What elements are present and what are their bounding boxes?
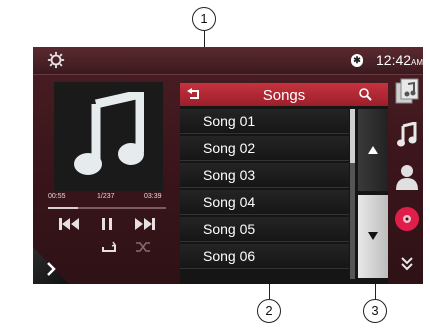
clock-ampm: AM: [411, 58, 423, 67]
album-art: [54, 82, 163, 191]
progress-bar[interactable]: [48, 207, 166, 209]
pause-button[interactable]: [97, 215, 117, 233]
list-header: Songs: [180, 83, 388, 106]
library-icon: [395, 78, 419, 104]
scrollbar[interactable]: [350, 109, 355, 279]
progress-info: 00:55 1/237 03:39: [48, 193, 166, 205]
callout-3: 3: [363, 299, 387, 323]
scroll-up-button[interactable]: [358, 109, 388, 191]
repeat-button[interactable]: [99, 239, 119, 255]
up-arrow-icon: [368, 146, 378, 154]
bluetooth-icon: ✱: [351, 54, 363, 67]
next-button[interactable]: [133, 215, 157, 233]
repeat-icon: [102, 241, 117, 252]
list-title: Songs: [262, 87, 306, 104]
song-row[interactable]: Song 06: [180, 244, 349, 269]
song-row[interactable]: Song 05: [180, 217, 349, 242]
next-icon: [135, 218, 155, 230]
elapsed-time: 00:55: [48, 193, 66, 200]
pause-icon: [102, 218, 112, 230]
clock-time: 12:42: [376, 52, 412, 68]
rail-more[interactable]: [391, 256, 423, 272]
total-time: 03:39: [144, 193, 162, 200]
music-note-icon: [74, 92, 144, 175]
rail-music[interactable]: [391, 122, 423, 148]
down-arrow-icon: [368, 232, 378, 240]
callout-2: 2: [257, 299, 281, 323]
shuffle-icon: [136, 242, 150, 252]
scrollbar-thumb[interactable]: [350, 109, 355, 163]
song-row[interactable]: Song 04: [180, 190, 349, 215]
rail-contacts[interactable]: [391, 164, 423, 190]
music-icon: [397, 122, 417, 147]
status-bar: ✱ 12:42AM: [33, 47, 423, 75]
prev-button[interactable]: [57, 215, 81, 233]
scroll-down-button[interactable]: [358, 195, 388, 278]
disc-icon: [395, 207, 419, 231]
callout-1: 1: [192, 7, 216, 31]
song-list: Song 01 Song 02 Song 03 Song 04 Song 05 Song …: [180, 109, 349, 271]
prev-icon: [59, 218, 79, 230]
head-unit-screen: ✱ 12:42AM 00:55 1/237 03:39 Songs Song 0…: [33, 47, 423, 284]
chevron-right-icon[interactable]: [45, 262, 57, 276]
progress-bar-fill: [48, 207, 78, 209]
song-list-panel: Songs Song 01 Song 02 Song 03 Song 04 Song 0…: [180, 83, 388, 284]
gear-icon[interactable]: [47, 51, 65, 69]
source-rail: [391, 74, 423, 284]
song-row[interactable]: Song 01: [180, 109, 349, 134]
shuffle-button[interactable]: [133, 239, 153, 255]
track-position: 1/237: [97, 193, 115, 200]
song-row[interactable]: Song 03: [180, 163, 349, 188]
rail-library[interactable]: [391, 78, 423, 104]
clock: 12:42AM: [376, 52, 423, 68]
chevron-down-double-icon: [401, 257, 413, 271]
person-icon: [396, 165, 418, 190]
search-icon[interactable]: [358, 87, 372, 101]
rail-disc[interactable]: [391, 206, 423, 232]
song-row[interactable]: Song 02: [180, 136, 349, 161]
